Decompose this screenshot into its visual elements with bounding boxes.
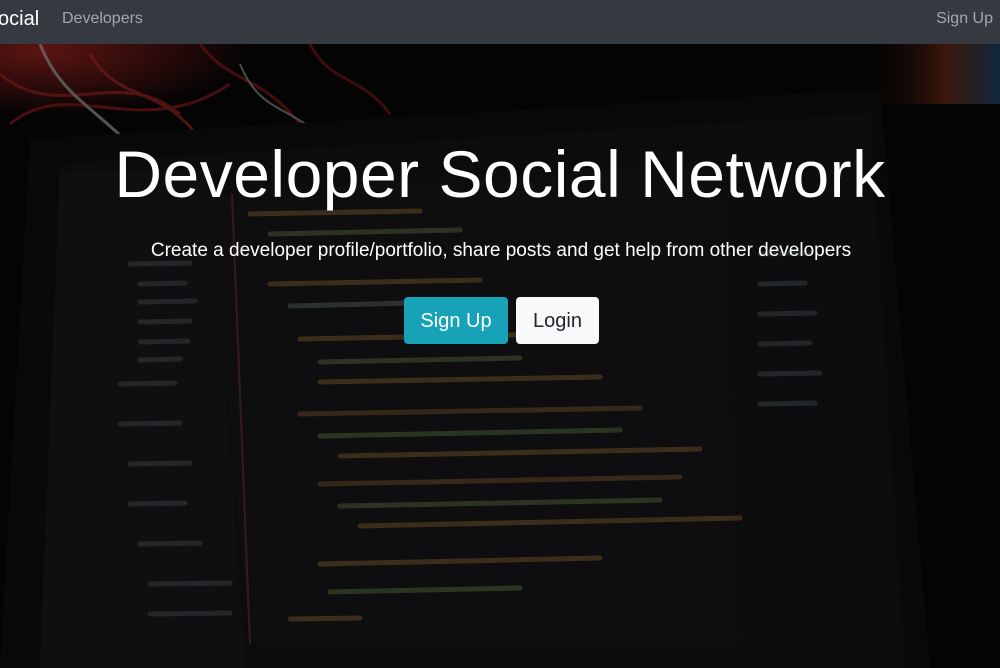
nav-link-developers[interactable]: Developers <box>62 9 143 29</box>
hero-title: Developer Social Network <box>114 137 886 211</box>
hero-content: Developer Social Network Create a develo… <box>0 44 1000 668</box>
top-navbar: ocial Developers Sign Up <box>0 0 1000 44</box>
hero-lead: Create a developer profile/portfolio, sh… <box>150 240 852 261</box>
login-button[interactable]: Login <box>516 297 599 344</box>
brand-link[interactable]: ocial <box>0 5 39 33</box>
landing-section: Developer Social Network Create a develo… <box>0 44 1000 668</box>
nav-link-signup[interactable]: Sign Up <box>936 9 993 29</box>
signup-button[interactable]: Sign Up <box>404 297 508 344</box>
